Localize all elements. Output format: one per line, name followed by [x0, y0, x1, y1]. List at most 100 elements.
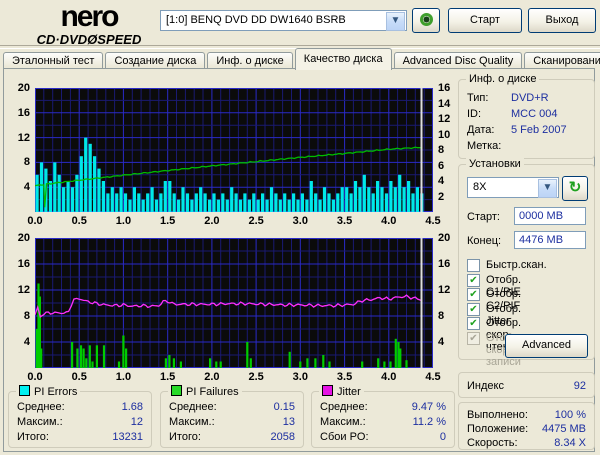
stat-box-jitter: Jitter Среднее: 9.47 % Максим.: 11.2 % Сбои P…	[311, 385, 455, 448]
x-axis-tick: 0.5	[71, 215, 87, 227]
index-label: Индекс	[467, 380, 504, 392]
disc-info-value: MCC 004	[511, 108, 558, 120]
tab-disc-quality[interactable]: Качество диска	[294, 48, 392, 70]
progress-row: Положение: 4475 MB	[467, 423, 586, 436]
x-axis-tick: 0.5	[71, 371, 87, 383]
progress-row: Выполнено: 100 %	[467, 409, 586, 422]
checked-checkbox-icon[interactable]: ✔	[467, 317, 480, 330]
stat-row: Среднее: 1.68	[17, 401, 143, 414]
settings-group: Установки 8X ▼ ↻ Старт: Конец: Быстр.ска…	[458, 158, 595, 368]
stat-row: Итого: 2058	[169, 431, 295, 444]
end-position-input[interactable]	[514, 231, 586, 249]
y-axis-tick-left: 20	[17, 82, 30, 94]
disc-info-label: ID:	[467, 108, 482, 120]
disc-info-row: ID: MCC 004	[467, 108, 586, 121]
start-position-label: Старт:	[467, 211, 500, 223]
disc-info-row: Дата: 5 Feb 2007	[467, 124, 586, 137]
start-position-input[interactable]	[514, 207, 586, 225]
stat-row: Среднее: 0.15	[169, 401, 295, 414]
stat-value: 9.47 %	[411, 401, 446, 413]
x-axis-tick: 4.0	[381, 215, 397, 227]
stat-value: 0	[439, 431, 446, 443]
stat-row: Итого: 13231	[17, 431, 143, 444]
refresh-icon: ↻	[568, 179, 582, 196]
x-axis-tick: 1.0	[115, 215, 132, 227]
checked-checkbox-icon[interactable]: ✔	[467, 288, 480, 301]
disc-info-row: Метка:	[467, 140, 586, 153]
progress-label: Скорость:	[467, 437, 518, 449]
stat-value: 13231	[112, 431, 143, 443]
x-axis-tick: 3.5	[336, 371, 353, 383]
eject-button[interactable]	[412, 8, 440, 33]
drive-select[interactable]: [1:0] BENQ DVD DD DW1640 BSRB ▼	[160, 10, 407, 31]
progress-label: Положение:	[467, 423, 529, 435]
index-row: Индекс 92	[467, 380, 586, 393]
end-position-label: Конец:	[467, 235, 502, 247]
chevron-down-icon[interactable]: ▼	[386, 12, 405, 31]
refresh-button[interactable]: ↻	[562, 176, 588, 201]
index-value: 92	[573, 380, 586, 392]
x-axis-tick: 1.0	[115, 371, 132, 383]
checked-checkbox-icon[interactable]: ✔	[467, 331, 480, 345]
jitter-legend-icon	[322, 385, 333, 396]
drive-select-value: [1:0] BENQ DVD DD DW1640 BSRB	[166, 14, 346, 26]
checked-checkbox-icon[interactable]: ✔	[467, 273, 480, 287]
stat-label: Сбои PO:	[320, 431, 369, 443]
stat-label: Среднее:	[320, 401, 368, 413]
disc-info-group: Инф. о диске Тип: DVD+R ID: MCC 004 Дата: 5 F…	[458, 73, 595, 159]
disc-icon	[419, 13, 433, 26]
stat-box-title: Jitter	[319, 385, 364, 398]
disc-info-label: Дата:	[467, 124, 495, 136]
stat-value: 13	[282, 416, 295, 428]
stat-row: Максим.: 12	[17, 416, 143, 429]
x-axis-tick: 3.0	[292, 371, 308, 383]
stat-value: 12	[130, 416, 143, 428]
stat-label: Итого:	[17, 431, 49, 443]
speed-select[interactable]: 8X ▼	[467, 177, 559, 198]
y-axis-tick-left: 4	[23, 181, 30, 194]
stat-value: 11.2 %	[412, 416, 446, 428]
pi-errors-legend-icon	[19, 385, 30, 396]
advanced-button[interactable]: Advanced	[505, 334, 588, 358]
disc-info-row: Тип: DVD+R	[467, 92, 586, 105]
tab-strip: Эталонный тест Создание диска Инф. о диске…	[3, 48, 600, 70]
stat-box-pi-failures: PI Failures Среднее: 0.15 Максим.: 13 Итого: 2…	[160, 385, 304, 448]
x-axis-tick: 2.5	[248, 371, 264, 383]
nero-cd-dvd-speed-window: nero CD·DVDØSPEED [1:0] BENQ DVD DD DW16…	[0, 0, 600, 455]
x-axis-tick: 4.5	[425, 215, 441, 227]
progress-row: Скорость: 8.34 X	[467, 437, 586, 450]
x-axis-tick: 0.0	[27, 371, 43, 383]
unchecked-checkbox-icon[interactable]	[467, 259, 480, 272]
y-axis-tick-left: 16	[17, 258, 30, 270]
start-button[interactable]: Старт	[448, 8, 522, 33]
y-axis-tick-left: 4	[23, 336, 30, 348]
checked-checkbox-icon[interactable]: ✔	[467, 302, 480, 316]
progress-value: 100 %	[554, 409, 586, 421]
checkbox-label: Быстр.скан.	[486, 259, 547, 271]
stat-row: Сбои PO: 0	[320, 431, 446, 444]
stat-row: Максим.: 13	[169, 416, 295, 429]
x-axis-tick: 3.5	[336, 215, 353, 227]
stat-box-title: PI Failures	[168, 385, 242, 398]
exit-button[interactable]: Выход	[528, 8, 596, 33]
disc-info-value: DVD+R	[511, 92, 549, 104]
disc-info-value: 5 Feb 2007	[511, 124, 567, 136]
x-axis-tick: 0.0	[27, 215, 43, 227]
stat-label: Итого:	[169, 431, 201, 443]
pi-failures-chart	[35, 238, 433, 368]
chevron-down-icon[interactable]: ▼	[538, 179, 557, 198]
x-axis-tick: 1.5	[160, 371, 176, 383]
y-axis-tick-left: 8	[23, 156, 30, 169]
stat-label: Среднее:	[169, 401, 217, 413]
x-axis-tick: 4.5	[425, 371, 441, 383]
pi-failures-legend-icon	[171, 385, 182, 396]
stat-label: Максим.:	[320, 416, 366, 428]
stat-label: Максим.:	[17, 416, 63, 428]
stat-label: Среднее:	[17, 401, 65, 413]
stat-box-title: PI Errors	[16, 385, 81, 398]
stat-value: 2058	[270, 431, 295, 443]
x-axis-tick: 3.0	[292, 215, 308, 227]
stat-box-pi-errors: PI Errors Среднее: 1.68 Максим.: 12 Итого: 132…	[8, 385, 152, 448]
index-group: Индекс 92	[458, 372, 595, 398]
nero-logo-text: nero	[60, 0, 119, 33]
